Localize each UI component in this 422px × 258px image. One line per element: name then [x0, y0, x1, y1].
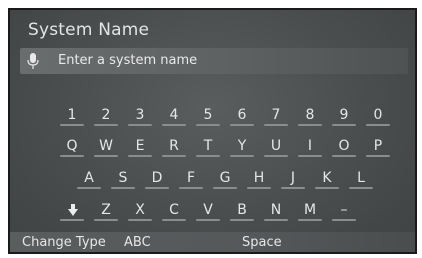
- key-o[interactable]: O: [329, 135, 359, 157]
- key-c[interactable]: C: [159, 199, 189, 221]
- key-z[interactable]: Z: [91, 199, 121, 221]
- key-g[interactable]: G: [210, 167, 240, 189]
- key-k[interactable]: K: [312, 167, 342, 189]
- change-type-button[interactable]: Change Type: [22, 234, 106, 252]
- bottom-toolbar: Change Type ABC Space: [10, 232, 415, 252]
- key-s[interactable]: S: [108, 167, 138, 189]
- key-5[interactable]: 5: [193, 104, 223, 126]
- key-y[interactable]: Y: [227, 135, 257, 157]
- key-m[interactable]: M: [295, 199, 325, 221]
- key-2[interactable]: 2: [91, 104, 121, 126]
- key-7[interactable]: 7: [261, 104, 291, 126]
- key-n[interactable]: N: [261, 199, 291, 221]
- key-d[interactable]: D: [142, 167, 172, 189]
- key-6[interactable]: 6: [227, 104, 257, 126]
- key-dash[interactable]: –: [329, 199, 359, 221]
- key-j[interactable]: J: [278, 167, 308, 189]
- key-p[interactable]: P: [363, 135, 393, 157]
- key-h[interactable]: H: [244, 167, 274, 189]
- keyboard: 1 2 3 4 5 6 7 8 9 0 Q W E R T Y U I O P …: [10, 10, 415, 252]
- key-x[interactable]: X: [125, 199, 155, 221]
- key-8[interactable]: 8: [295, 104, 325, 126]
- key-3[interactable]: 3: [125, 104, 155, 126]
- space-button[interactable]: Space: [242, 234, 282, 252]
- key-4[interactable]: 4: [159, 104, 189, 126]
- key-b[interactable]: B: [227, 199, 257, 221]
- key-i[interactable]: I: [295, 135, 325, 157]
- key-u[interactable]: U: [261, 135, 291, 157]
- down-arrow-icon: [68, 204, 78, 216]
- abc-button[interactable]: ABC: [124, 234, 151, 252]
- key-a[interactable]: A: [74, 167, 104, 189]
- key-q[interactable]: Q: [57, 135, 87, 157]
- key-r[interactable]: R: [159, 135, 189, 157]
- key-e[interactable]: E: [125, 135, 155, 157]
- key-9[interactable]: 9: [329, 104, 359, 126]
- key-f[interactable]: F: [176, 167, 206, 189]
- key-0[interactable]: 0: [363, 104, 393, 126]
- shift-key[interactable]: [57, 199, 87, 221]
- key-w[interactable]: W: [91, 135, 121, 157]
- key-l[interactable]: L: [346, 167, 376, 189]
- key-1[interactable]: 1: [57, 104, 87, 126]
- key-v[interactable]: V: [193, 199, 223, 221]
- key-t[interactable]: T: [193, 135, 223, 157]
- system-name-screen: System Name Enter a system name 1 2 3 4 …: [8, 8, 417, 254]
